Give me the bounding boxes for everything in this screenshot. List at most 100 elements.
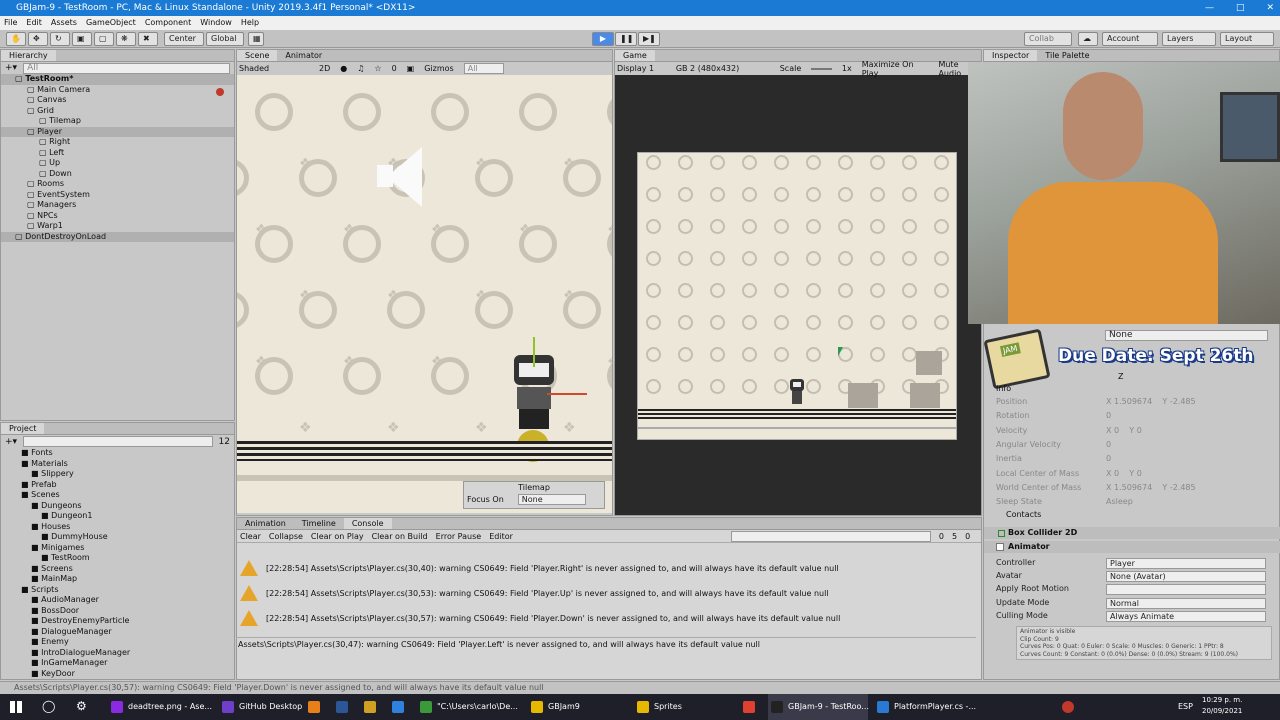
resolution-dropdown[interactable]: GB 2 (480x432) [676, 64, 770, 73]
menu-file[interactable]: File [4, 16, 17, 30]
move-tool-icon[interactable]: ✥ [28, 32, 48, 46]
collapse-button[interactable]: Collapse [269, 532, 303, 541]
hierarchy-item[interactable]: ▢ Rooms [1, 179, 234, 190]
project-item[interactable]: ■ Screens [1, 564, 234, 575]
tab-hierarchy[interactable]: Hierarchy [1, 50, 56, 61]
collab-button[interactable]: Collab [1024, 32, 1072, 46]
hierarchy-item[interactable]: ▢ EventSystem [1, 190, 234, 201]
language-indicator[interactable]: ESP [1178, 694, 1193, 720]
taskbar-item[interactable]: deadtree.png - Ase... [108, 694, 213, 720]
close-icon[interactable]: ✕ [1266, 0, 1274, 16]
console-log-row[interactable]: [22:28:54] Assets\Scripts\Player.cs(30,5… [240, 606, 970, 630]
animator-checkbox[interactable] [996, 543, 1004, 551]
clear-button[interactable]: Clear [240, 532, 261, 541]
console-log-row[interactable]: [22:28:54] Assets\Scripts\Player.cs(30,5… [240, 581, 970, 605]
project-item[interactable]: ■ KeyDoor [1, 669, 234, 680]
shading-mode-dropdown[interactable]: Shaded [239, 64, 309, 73]
tab-tile-palette[interactable]: Tile Palette [1037, 50, 1097, 61]
status-message[interactable]: Assets\Scripts\Player.cs(30,57): warning… [14, 683, 544, 692]
project-item[interactable]: ■ Materials [1, 459, 234, 470]
project-item[interactable]: ■ Prefab [1, 480, 234, 491]
project-item[interactable]: ■ Enemy [1, 637, 234, 648]
taskbar-item[interactable] [305, 694, 327, 720]
project-item[interactable]: ■ Scenes [1, 490, 234, 501]
animator-row-field[interactable] [1106, 584, 1266, 596]
scale-slider[interactable] [811, 67, 832, 70]
hierarchy-item[interactable]: ▢ TestRoom* [1, 74, 234, 85]
game-viewport[interactable] [637, 152, 957, 440]
maximize-on-play-toggle[interactable]: Maximize On Play [862, 60, 929, 78]
focus-on-dropdown[interactable]: None [517, 494, 586, 505]
project-item[interactable]: ■ Minigames [1, 543, 234, 554]
audio-icon[interactable]: ♫ [357, 64, 364, 73]
taskbar-item[interactable] [333, 694, 355, 720]
hierarchy-item[interactable]: ▢ DontDestroyOnLoad [1, 231, 234, 242]
box-collider-header[interactable]: Box Collider 2D [984, 527, 1280, 539]
tab-timeline[interactable]: Timeline [294, 518, 344, 529]
hierarchy-item[interactable]: ▢ Up [1, 158, 234, 169]
project-item[interactable]: ■ DestroyEnemyParticle [1, 616, 234, 627]
taskbar-item[interactable] [389, 694, 411, 720]
tab-project[interactable]: Project [1, 423, 45, 434]
tab-animation[interactable]: Animation [237, 518, 294, 529]
rect-tool-icon[interactable]: ▢ [94, 32, 114, 46]
editor-dropdown[interactable]: Editor [489, 532, 513, 541]
hierarchy-item[interactable]: ▢ NPCs [1, 211, 234, 222]
project-item[interactable]: ■ Dungeon1 [1, 511, 234, 522]
layout-dropdown[interactable]: Layout [1220, 32, 1274, 46]
project-item[interactable]: ■ Fonts [1, 448, 234, 459]
lighting-icon[interactable]: ● [340, 64, 347, 73]
hand-tool-icon[interactable]: ✋ [6, 32, 26, 46]
effects-icon[interactable]: ☆ [374, 64, 381, 73]
animator-row-field[interactable]: Player [1106, 558, 1266, 569]
menu-assets[interactable]: Assets [51, 16, 77, 30]
tab-inspector[interactable]: Inspector [984, 50, 1038, 61]
project-item[interactable]: ■ DialogueManager [1, 627, 234, 638]
clear-on-build-button[interactable]: Clear on Build [372, 532, 428, 541]
menu-edit[interactable]: Edit [26, 16, 42, 30]
animator-header[interactable]: Animator [984, 541, 1280, 553]
warning-count[interactable]: 5 [952, 532, 957, 541]
minimize-icon[interactable]: — [1205, 0, 1214, 16]
scale-tool-icon[interactable]: ▣ [72, 32, 92, 46]
step-button[interactable]: ▶❚ [638, 32, 660, 46]
pause-button[interactable]: ❚❚ [615, 32, 637, 46]
taskbar-item[interactable] [361, 694, 383, 720]
hierarchy-search-input[interactable]: All [23, 62, 230, 74]
menu-gameobject[interactable]: GameObject [86, 16, 136, 30]
animator-row-field[interactable]: Always Animate [1106, 610, 1266, 622]
project-item[interactable]: ■ MainMap [1, 574, 234, 585]
move-gizmo-x-icon[interactable] [547, 393, 587, 395]
menu-component[interactable]: Component [145, 16, 191, 30]
hierarchy-item[interactable]: ▢ Warp1 [1, 221, 234, 232]
hierarchy-item[interactable]: ▢ Player [1, 126, 234, 137]
maximize-icon[interactable]: □ [1236, 0, 1245, 16]
clock-date[interactable]: 20/09/2021 [1202, 707, 1242, 715]
taskbar-item[interactable]: GitHub Desktop [219, 694, 302, 720]
taskbar-item[interactable]: GBJam-9 - TestRoo... [768, 694, 869, 720]
2d-toggle[interactable]: 2D [319, 64, 330, 73]
animator-row-field[interactable]: Normal [1106, 597, 1266, 609]
layers-dropdown[interactable]: Layers [1162, 32, 1216, 46]
hierarchy-item[interactable]: ▢ Right [1, 137, 234, 148]
error-count[interactable]: 0 [965, 532, 970, 541]
taskbar-item[interactable]: GBJam9 [528, 694, 628, 720]
pivot-global-button[interactable]: Global [206, 32, 244, 46]
pivot-center-button[interactable]: Center [164, 32, 204, 46]
task-view-icon[interactable]: ⚙ [76, 699, 87, 713]
info-foldout[interactable]: Info [996, 384, 1011, 393]
tab-animator[interactable]: Animator [277, 50, 330, 61]
taskbar-item[interactable]: Sprites [634, 694, 734, 720]
play-button[interactable]: ▶ [592, 32, 614, 46]
error-pause-button[interactable]: Error Pause [436, 532, 482, 541]
project-item[interactable]: ■ InGameManager [1, 658, 234, 669]
taskbar-item[interactable]: PlatformPlayer.cs -... [874, 694, 976, 720]
clear-on-play-button[interactable]: Clear on Play [311, 532, 364, 541]
taskbar-item[interactable]: "C:\Users\carlo\De... [417, 694, 522, 720]
project-item[interactable]: ■ Dungeons [1, 501, 234, 512]
menu-help[interactable]: Help [241, 16, 259, 30]
taskbar-item[interactable] [740, 694, 762, 720]
create-asset-icon[interactable]: +▾ [5, 437, 17, 447]
clock-time[interactable]: 10:29 p. m. [1202, 696, 1242, 704]
tab-scene[interactable]: Scene [237, 50, 278, 61]
